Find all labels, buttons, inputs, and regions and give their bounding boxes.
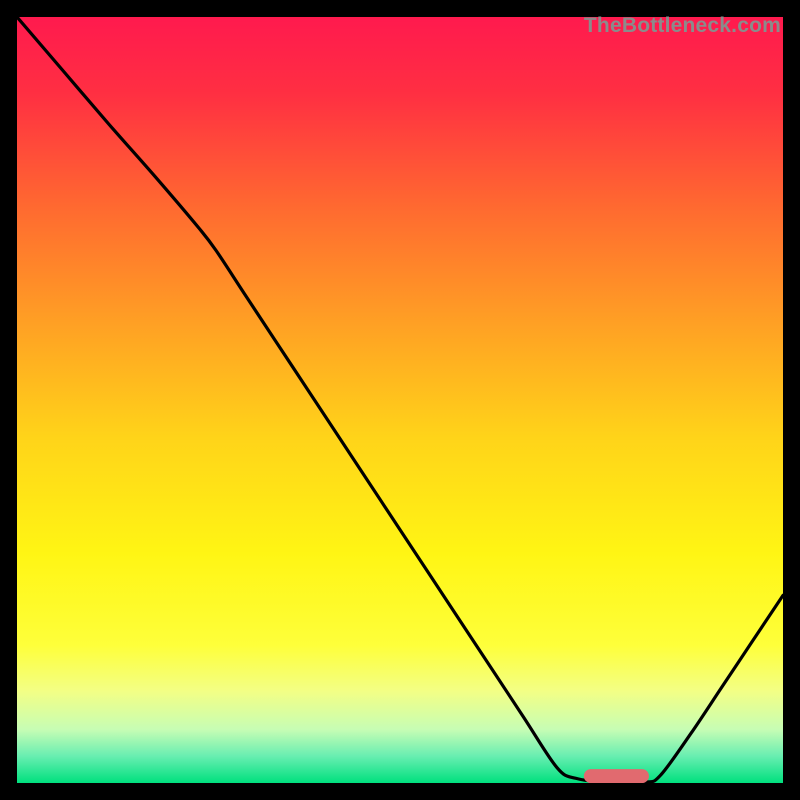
optimal-range-marker: [584, 769, 649, 783]
chart-frame: TheBottleneck.com: [17, 17, 783, 783]
chart-svg: [17, 17, 783, 783]
chart-background: [17, 17, 783, 783]
watermark-text: TheBottleneck.com: [584, 14, 781, 38]
